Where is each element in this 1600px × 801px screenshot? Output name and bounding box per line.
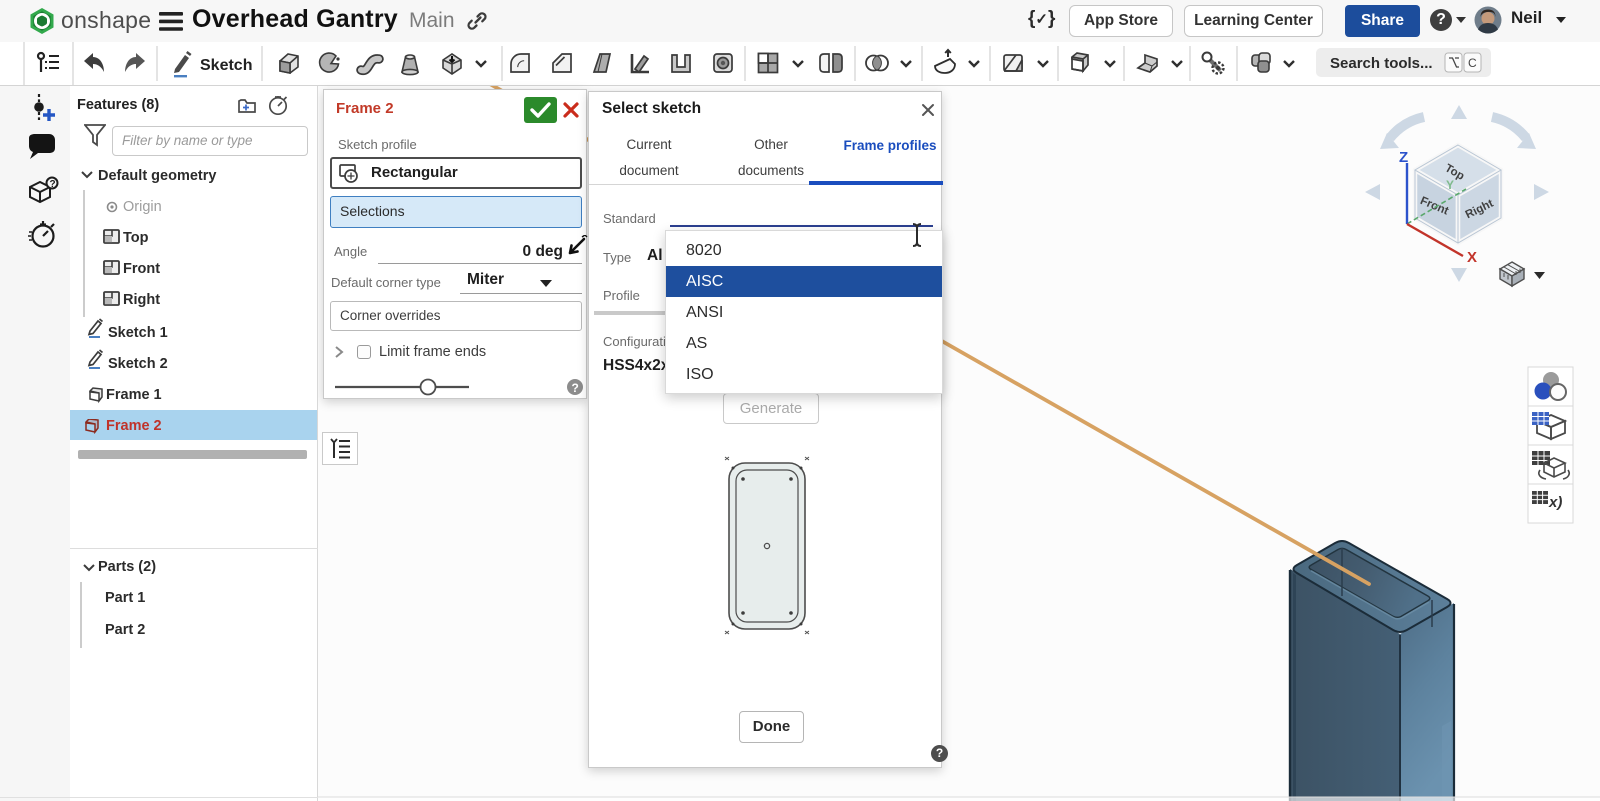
svg-text:C: C — [1468, 56, 1477, 70]
svg-text:?: ? — [572, 381, 579, 395]
svg-text:Z: Z — [1399, 149, 1408, 166]
svg-text:?: ? — [50, 179, 56, 190]
svg-text:x): x) — [1548, 494, 1562, 511]
svg-text:Y: Y — [1446, 178, 1454, 192]
svg-text:Search tools...: Search tools... — [1330, 55, 1433, 72]
svg-text:X: X — [1467, 249, 1477, 266]
svg-text:Sketch: Sketch — [200, 57, 252, 74]
